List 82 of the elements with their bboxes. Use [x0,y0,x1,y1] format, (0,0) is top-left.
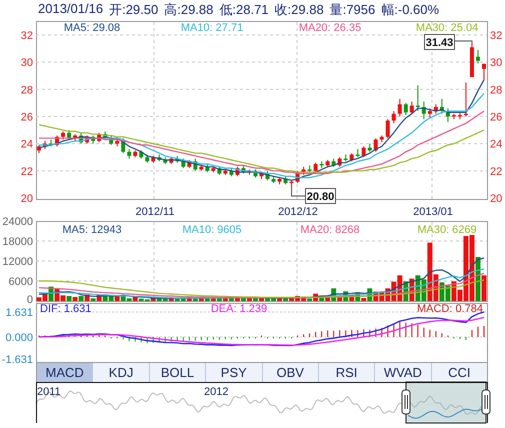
indicator-tab[interactable]: RSI [318,363,376,382]
candlestick [476,49,480,64]
range-handle[interactable] [482,390,490,414]
axis-label: -1.631 [2,354,33,366]
legend-label: MA30: 25.04 [416,22,478,34]
legend-label: DIF: 1.631 [40,303,92,315]
indicator-tab[interactable]: CCI [432,363,487,382]
candlestick [416,84,420,112]
axis-label: 2012/12 [278,206,318,218]
quote-value: 开:29.50 [109,1,158,19]
legend-label: MA20: 8268 [300,224,360,236]
candlestick [386,118,390,139]
leader-line [454,40,472,44]
candlestick [314,162,318,173]
legend-label: MA5: 12943 [62,224,122,236]
bar [66,296,72,301]
indicator-tab[interactable]: MACD [37,363,94,382]
axis-label: 28 [20,84,33,96]
leader-line [291,186,306,196]
axis-label: 1.631 [5,307,33,319]
axis-label: 20 [490,193,502,205]
candlestick [392,110,396,124]
axis-label: 30 [490,57,502,70]
axis-label: 26 [490,112,502,124]
axis-label: 24 [20,138,33,151]
axis-label: 0 [26,294,33,306]
bar [90,298,96,301]
candlestick [428,108,432,118]
axis-label: 30 [20,57,33,70]
candlestick [398,98,402,117]
axis-label: 32 [20,30,33,42]
indicator-tab[interactable]: WVAD [375,363,432,382]
axis-label: 2012 [204,386,228,398]
indicator-tab[interactable]: OBV [262,363,319,382]
bar [114,296,120,301]
candlestick [410,101,414,114]
legend-label: DEA: 1.239 [210,303,268,315]
bar [72,297,78,301]
legend-label: MA5: 29.08 [64,22,120,34]
indicator-tab[interactable]: PSY [206,363,262,382]
axis-label: 18000 [2,236,33,248]
price-callout: 20.80 [305,188,336,204]
quote-value: 量:7956 [330,1,376,19]
candlestick [181,158,186,169]
quote-value: 高:29.88 [164,1,214,19]
legend-label: MACD: 0.784 [416,303,483,315]
candlestick [362,146,366,158]
quote-date: 2013/01/16 [38,1,104,18]
axis-label: 12000 [2,256,33,268]
axis-label: 20 [20,193,33,205]
bar [252,298,258,301]
axis-label: 24 [490,138,502,151]
candlestick [127,148,132,160]
axis-label: 0.000 [5,332,33,344]
bar [78,296,84,301]
quote-value: 幅:-0.60% [381,1,440,19]
range-selection[interactable] [406,382,486,424]
bar [361,298,366,301]
indicator-tab[interactable]: KDJ [93,363,150,382]
axis-label: 2012/11 [136,206,174,218]
legend-label: MA10: 9605 [182,224,242,236]
axis-label: 26 [20,112,33,124]
axis-label: 2013/01 [413,206,453,218]
bar [132,297,138,301]
range-handle[interactable] [402,390,410,414]
axis-label: 22 [20,166,33,178]
legend-label: MA20: 26.35 [298,22,362,34]
axis-label: 22 [490,166,502,178]
quote-value: 收:29.88 [274,1,324,19]
axis-label: 2011 [37,386,61,398]
axis-label: 32 [490,30,502,42]
legend-label: MA30: 6269 [417,224,477,236]
axis-label: 28 [490,84,502,96]
legend-label: MA10: 27.71 [180,22,244,34]
candlestick [482,63,486,80]
price-callout: 31.43 [424,34,455,50]
axis-label: 24000 [2,216,33,228]
axis-label: 6000 [8,276,33,288]
indicator-tab[interactable]: BOLL [150,363,206,382]
quote-value: 低:28.71 [219,1,269,19]
candlestick [404,102,408,116]
bar [481,275,486,301]
